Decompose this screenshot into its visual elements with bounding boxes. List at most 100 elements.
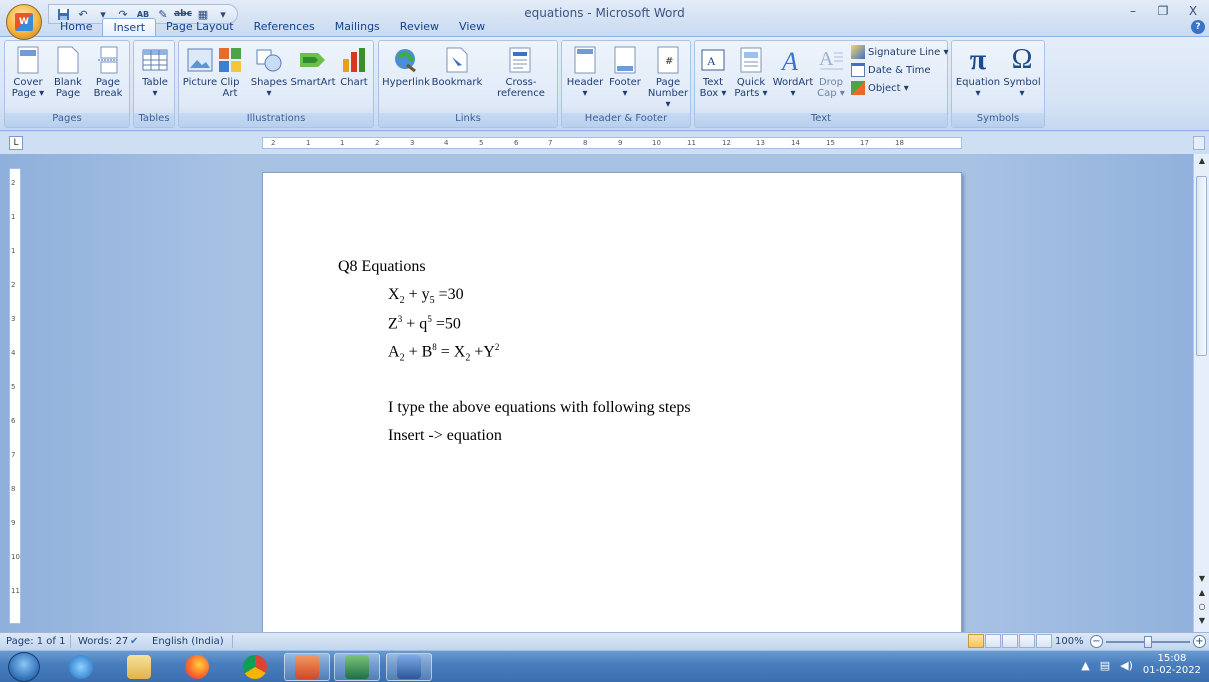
tab-insert[interactable]: Insert [102,18,157,36]
chrome-icon [243,655,267,679]
help-icon[interactable]: ? [1191,20,1205,34]
clock[interactable]: 15:08 01-02-2022 [1143,653,1201,677]
office-button[interactable]: W [6,4,42,40]
cross-reference-button[interactable]: Cross-reference [483,45,559,99]
drop-cap-button[interactable]: A Drop Cap ▾ [813,45,849,99]
ruler-tick: 17 [860,139,869,147]
restore-icon[interactable]: ❐ [1153,4,1173,20]
taskbar-chrome[interactable] [232,653,278,681]
object-button[interactable]: Object ▾ [851,81,909,95]
zoom-in-icon[interactable]: + [1193,635,1206,648]
select-browse-object-icon[interactable]: ○ [1194,602,1209,616]
taskbar-firefox[interactable] [174,653,220,681]
zoom-slider-thumb[interactable] [1144,636,1152,648]
equation-button[interactable]: π Equation ▾ [954,43,1002,99]
quick-parts-button[interactable]: Quick Parts ▾ [731,45,771,99]
zoom-level[interactable]: 100% [1055,636,1084,647]
group-illustrations: Picture Clip Art Shapes ▾ SmartArt Chart… [178,40,374,128]
page-break-button[interactable]: Page Break [87,45,129,99]
taskbar-excel[interactable] [334,653,380,681]
language-indicator[interactable]: English (India) [152,636,224,647]
full-screen-reading-icon[interactable] [985,634,1001,648]
tab-review[interactable]: Review [390,18,449,36]
text-box-button[interactable]: A Text Box ▾ [695,45,731,99]
drop-cap-icon: A [816,45,846,75]
document-page[interactable]: Q8 Equations X2 + y5 =30 Z3 + q5 =50 A2 … [262,172,962,642]
tab-home[interactable]: Home [50,18,102,36]
wordart-icon: A [778,45,808,75]
tab-references[interactable]: References [244,18,325,36]
clip-art-button[interactable]: Clip Art [213,45,247,99]
doc-line-steps: I type the above equations with followin… [388,399,691,416]
date-time-button[interactable]: Date & Time [851,63,931,77]
web-layout-icon[interactable] [1002,634,1018,648]
vertical-ruler[interactable]: 2 1 1 2 3 4 5 6 7 8 9 10 11 [9,168,21,624]
ruler-tick: 6 [514,139,519,147]
doc-line-insert: Insert -> equation [388,427,502,444]
smartart-icon [298,45,328,75]
word-count[interactable]: Words: 27 [78,636,128,647]
view-ruler-icon[interactable] [1193,136,1205,150]
shapes-button[interactable]: Shapes ▾ [249,45,289,99]
group-symbols: π Equation ▾ Ω Symbol ▾ Symbols [951,40,1045,128]
ruler-tick: 13 [756,139,765,147]
footer-button[interactable]: Footer ▾ [604,45,646,99]
bookmark-button[interactable]: Bookmark [432,45,482,88]
volume-icon[interactable]: ◀) [1120,659,1133,672]
table-button[interactable]: Table ▾ [134,45,176,99]
pi-icon: π [969,43,987,76]
vertical-ruler-tick: 1 [11,247,16,255]
taskbar-ie[interactable] [58,653,104,681]
scroll-up-icon[interactable]: ▲ [1194,156,1209,170]
vertical-ruler-tick: 7 [11,451,16,459]
ruler-tick: 9 [618,139,623,147]
tab-view[interactable]: View [449,18,495,36]
smartart-button[interactable]: SmartArt [290,45,336,88]
hyperlink-button[interactable]: Hyperlink [381,45,431,88]
doc-heading: Q8 Equations [338,258,426,275]
draft-icon[interactable] [1036,634,1052,648]
zoom-out-icon[interactable]: − [1090,635,1103,648]
scrollbar-thumb[interactable] [1196,176,1207,356]
office-logo-icon: W [15,13,33,31]
wordart-button[interactable]: A WordArt ▾ [771,45,815,99]
tab-mailings[interactable]: Mailings [325,18,390,36]
signature-line-button[interactable]: Signature Line ▾ [851,45,948,59]
blank-page-button[interactable]: Blank Page [47,45,89,99]
taskbar-powerpoint[interactable] [284,653,330,681]
status-bar: Page: 1 of 1 Words: 27 ✔ English (India)… [0,632,1209,650]
ribbon-tabs: Home Insert Page Layout References Maili… [50,18,495,36]
text-box-icon: A [698,45,728,75]
bookmark-icon [442,45,472,75]
tab-selector[interactable]: L [9,136,23,150]
network-icon[interactable]: ▤ [1100,659,1110,672]
start-button[interactable] [8,652,40,682]
next-page-icon[interactable]: ▼ [1194,616,1209,630]
cover-page-button[interactable]: Cover Page ▾ [7,45,49,99]
ruler-tick: 18 [895,139,904,147]
chart-button[interactable]: Chart [335,45,373,88]
close-icon[interactable]: X [1183,4,1203,20]
outline-icon[interactable] [1019,634,1035,648]
page-break-icon [93,45,123,75]
vertical-scrollbar[interactable]: ▲ ▼ ▲ ○ ▼ [1193,154,1209,632]
group-links: Hyperlink Bookmark Cross-reference Links [378,40,558,128]
print-layout-icon[interactable] [968,634,984,648]
previous-page-icon[interactable]: ▲ [1194,588,1209,602]
title-bar: W ↶ ▾ ↷ AB ✎ abc ▦ ▾ equations - Microso… [0,0,1209,40]
header-button[interactable]: Header ▾ [564,45,606,99]
scroll-down-icon[interactable]: ▼ [1194,574,1209,588]
ruler-tick: 12 [722,139,731,147]
symbol-button[interactable]: Ω Symbol ▾ [1002,44,1042,99]
vertical-ruler-tick: 11 [11,587,20,595]
taskbar-word[interactable] [386,653,432,681]
taskbar-explorer[interactable] [116,653,162,681]
proofing-icon[interactable]: ✔ [130,636,138,647]
vertical-ruler-tick: 2 [11,179,16,187]
page-count[interactable]: Page: 1 of 1 [6,636,65,647]
page-number-button[interactable]: # Page Number ▾ [646,45,690,110]
horizontal-ruler[interactable]: 2 1 1 2 3 4 5 6 7 8 9 10 11 12 13 14 15 17 18 [262,137,962,149]
show-hidden-icons-icon[interactable]: ▲ [1081,659,1089,672]
tab-page-layout[interactable]: Page Layout [156,18,244,36]
minimize-icon[interactable]: – [1123,4,1143,20]
